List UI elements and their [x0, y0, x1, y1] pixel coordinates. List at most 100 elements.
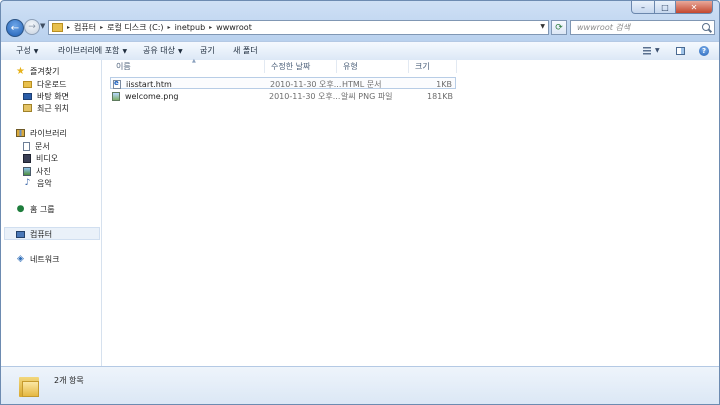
chevron-down-icon: ▼ [177, 48, 183, 55]
sidebar-item-pictures[interactable]: 사진 [23, 165, 51, 177]
back-button[interactable]: ← [6, 19, 24, 37]
column-header-name[interactable]: 이름 ▲ [110, 58, 265, 73]
sidebar-label: 네트워크 [30, 254, 60, 264]
caption-buttons: – □ ✕ [631, 1, 713, 14]
sort-caret-icon: ▲ [192, 58, 196, 64]
navigation-row: ← → ▼ ▸ 컴퓨터 ▸ 로컬 디스크 (C:) ▸ inetpub ▸ ww… [1, 15, 719, 41]
sidebar-item-network[interactable]: ◈ 네트워크 [16, 253, 59, 265]
chevron-down-icon: ▼ [122, 48, 128, 55]
search-icon[interactable] [702, 23, 710, 31]
column-header-size[interactable]: 크기 [409, 60, 457, 73]
breadcrumb-inetpub[interactable]: inetpub [175, 23, 206, 32]
sidebar-label: 즐겨찾기 [30, 66, 60, 76]
sidebar-label: 홈 그룹 [30, 204, 55, 214]
minimize-button[interactable]: – [631, 1, 655, 14]
help-icon: ? [699, 45, 709, 56]
breadcrumb-separator[interactable]: ▸ [67, 24, 70, 31]
refresh-button[interactable]: ⟳ [551, 20, 567, 35]
column-label: 유형 [343, 62, 358, 71]
pictures-icon [23, 166, 31, 176]
sidebar-item-libraries[interactable]: 라이브러리 [16, 127, 67, 139]
item-count: 2개 항목 [54, 376, 84, 385]
sidebar-item-recent-places[interactable]: 최근 위치 [23, 102, 69, 114]
new-folder-label: 새 폴더 [233, 46, 258, 55]
breadcrumb-wwwroot[interactable]: wwwroot [216, 23, 252, 32]
burn-label: 굽기 [200, 46, 215, 55]
file-list[interactable]: 이름 ▲ 수정한 날짜 유형 크기 iisstart.htm 2010-11-3… [102, 58, 719, 366]
change-view-button[interactable]: ▼ [643, 44, 660, 57]
video-icon [23, 153, 31, 163]
breadcrumb-separator[interactable]: ▸ [168, 24, 171, 31]
column-header-date[interactable]: 수정한 날짜 [265, 60, 337, 73]
preview-pane-icon [676, 46, 685, 55]
breadcrumb-separator[interactable]: ▸ [209, 24, 212, 31]
file-name-cell: welcome.png [112, 90, 178, 102]
address-bar[interactable]: ▸ 컴퓨터 ▸ 로컬 디스크 (C:) ▸ inetpub ▸ wwwroot … [48, 20, 549, 35]
sidebar-item-documents[interactable]: 문서 [23, 140, 50, 152]
network-icon: ◈ [17, 254, 24, 264]
chevron-down-icon: ▼ [33, 48, 39, 55]
breadcrumb-local-disk[interactable]: 로컬 디스크 (C:) [107, 22, 163, 33]
ie-file-icon [113, 79, 121, 89]
column-header-type[interactable]: 유형 [337, 60, 409, 73]
sidebar-label: 컴퓨터 [30, 229, 53, 239]
arrow-right-icon: → [28, 22, 36, 32]
include-in-library-button[interactable]: 라이브러리에 포함 ▼ [58, 45, 127, 56]
breadcrumb-separator[interactable]: ▸ [100, 24, 103, 31]
sidebar-label: 문서 [35, 141, 50, 151]
music-icon: ♪ [24, 178, 31, 188]
file-date: 2010-11-30 오후... [269, 91, 341, 101]
share-with-label: 공유 대상 [143, 46, 175, 55]
sidebar-item-computer[interactable]: 컴퓨터 [16, 228, 52, 240]
sidebar-label: 라이브러리 [30, 128, 67, 138]
column-label: 수정한 날짜 [271, 62, 311, 71]
search-input[interactable] [577, 23, 697, 32]
file-size: 1KB [436, 79, 452, 89]
file-size: 181KB [426, 91, 453, 101]
library-icon [16, 129, 25, 137]
address-dropdown-icon[interactable]: ▼ [540, 23, 545, 30]
sidebar-item-homegroup[interactable]: ● 홈 그룹 [16, 203, 55, 215]
preview-pane-button[interactable] [676, 44, 685, 57]
organize-label: 구성 [16, 46, 31, 55]
sidebar-item-downloads[interactable]: 다운로드 [23, 78, 66, 90]
file-type: HTML 문서 [342, 79, 382, 89]
burn-button[interactable]: 굽기 [200, 45, 215, 56]
navigation-pane[interactable]: ★ 즐겨찾기 다운로드 바탕 화면 최근 위치 라이브러리 문서 비디오 사진 [1, 60, 102, 366]
star-icon: ★ [16, 65, 25, 77]
close-button[interactable]: ✕ [676, 1, 713, 14]
sidebar-label: 최근 위치 [37, 103, 69, 113]
file-row-welcome[interactable]: welcome.png 2010-11-30 오후... 알씨 PNG 파일 1… [110, 90, 456, 102]
file-date: 2010-11-30 오후... [270, 79, 342, 89]
sidebar-item-favorites[interactable]: ★ 즐겨찾기 [16, 65, 59, 77]
sidebar-item-desktop[interactable]: 바탕 화면 [23, 90, 69, 102]
sidebar-label: 음악 [37, 178, 52, 188]
maximize-button[interactable]: □ [655, 1, 676, 14]
search-box[interactable] [570, 20, 715, 35]
new-folder-button[interactable]: 새 폴더 [233, 45, 258, 56]
sidebar-item-videos[interactable]: 비디오 [23, 152, 58, 164]
command-bar: 구성 ▼ 라이브러리에 포함 ▼ 공유 대상 ▼ 굽기 새 폴더 ▼ ? [1, 41, 719, 61]
sidebar-label: 다운로드 [37, 79, 67, 89]
column-label: 크기 [415, 62, 430, 71]
computer-icon [16, 230, 25, 238]
share-with-button[interactable]: 공유 대상 ▼ [143, 45, 183, 56]
desktop-icon [23, 92, 32, 100]
title-bar[interactable]: – □ ✕ [1, 1, 719, 15]
sidebar-label: 사진 [36, 166, 51, 176]
refresh-icon: ⟳ [555, 22, 563, 33]
sidebar-label: 비디오 [36, 153, 59, 163]
organize-button[interactable]: 구성 ▼ [16, 45, 38, 56]
downloads-folder-icon [23, 80, 32, 88]
breadcrumb-computer[interactable]: 컴퓨터 [74, 22, 96, 33]
image-file-icon [112, 91, 120, 101]
recent-pages-dropdown[interactable]: ▼ [40, 22, 45, 30]
chevron-down-icon: ▼ [40, 22, 46, 30]
folder-icon [19, 375, 39, 397]
forward-button[interactable]: → [24, 19, 40, 35]
help-button[interactable]: ? [699, 44, 709, 57]
file-name: iisstart.htm [126, 79, 172, 89]
sidebar-item-music[interactable]: ♪ 음악 [23, 177, 52, 189]
details-pane: 2개 항목 [1, 366, 719, 404]
file-row-iisstart[interactable]: iisstart.htm 2010-11-30 오후... HTML 문서 1K… [110, 77, 456, 89]
